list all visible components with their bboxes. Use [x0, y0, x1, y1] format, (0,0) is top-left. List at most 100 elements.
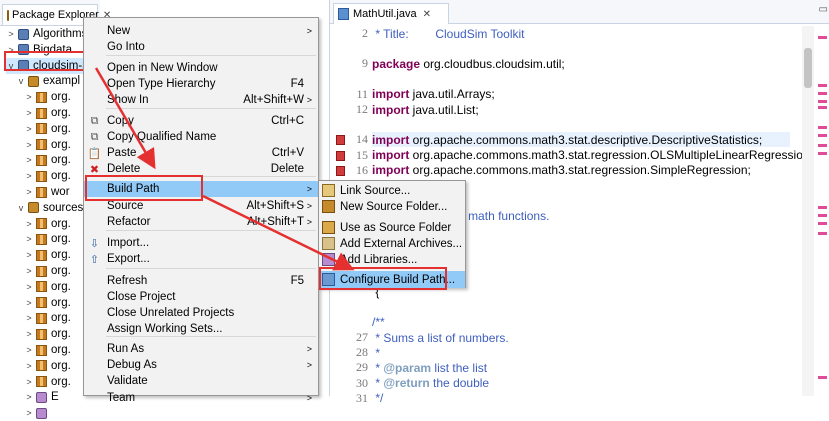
overview-ruler	[815, 26, 829, 396]
expand-right-icon[interactable]: >	[24, 187, 34, 197]
close-icon[interactable]: ✕	[423, 9, 431, 20]
overview-marker[interactable]	[818, 376, 827, 379]
submenu-item-use-as-source-folder[interactable]: Use as Source Folder	[319, 219, 465, 236]
overview-marker[interactable]	[818, 232, 827, 235]
expand-right-icon[interactable]: >	[24, 377, 34, 387]
overview-marker[interactable]	[818, 152, 827, 155]
menu-item-label: Export...	[107, 253, 150, 265]
tree-row-label: org.	[51, 170, 71, 183]
tree-row[interactable]: >	[24, 405, 100, 421]
overview-marker[interactable]	[818, 222, 827, 225]
expand-right-icon[interactable]: >	[24, 219, 34, 229]
expand-right-icon[interactable]: >	[24, 408, 34, 418]
menu-item-label: New	[107, 25, 131, 37]
package-icon	[36, 297, 47, 309]
submenu-item-new-source-folder[interactable]: New Source Folder...	[319, 198, 465, 215]
vertical-scrollbar[interactable]	[802, 26, 814, 396]
expand-right-icon[interactable]: >	[24, 329, 34, 339]
tree-row-label: org.	[51, 122, 71, 135]
expand-right-icon[interactable]: >	[24, 92, 34, 102]
overview-marker[interactable]	[818, 36, 827, 39]
overview-marker[interactable]	[818, 134, 827, 137]
tree-row-label: org.	[51, 154, 71, 167]
line-number: 31	[356, 390, 368, 405]
code-line: import java.util.Arrays;	[372, 87, 495, 102]
tree-row-label: org.	[51, 138, 71, 151]
error-marker-icon[interactable]	[336, 135, 345, 146]
expand-right-icon[interactable]: >	[6, 29, 16, 39]
error-marker-icon[interactable]	[336, 150, 345, 161]
tree-row-label: org.	[51, 107, 71, 119]
expand-right-icon[interactable]: >	[24, 234, 34, 244]
menu-item-label: Close Project	[107, 291, 176, 303]
line-number	[334, 315, 370, 330]
menu-item-refactor[interactable]: Refactor Alt+Shift+T >	[84, 214, 318, 230]
code-line: import org.apache.commons.math3.stat.reg…	[372, 163, 751, 178]
overview-marker[interactable]	[818, 84, 827, 87]
menu-item-go-into[interactable]: Go Into	[84, 39, 318, 55]
expand-right-icon[interactable]: >	[24, 298, 34, 308]
menu-item-label: Debug As	[107, 359, 157, 371]
copy-icon: ⧉	[90, 130, 99, 143]
line-number	[334, 41, 370, 56]
scrollbar-thumb[interactable]	[804, 48, 812, 88]
menu-item-copy-qualified-name[interactable]: ⧉ Copy Qualified Name	[84, 129, 318, 145]
submenu-item-add-external-archives[interactable]: Add External Archives...	[319, 235, 465, 252]
copy-icon: ⧉	[90, 114, 99, 127]
menu-item-team[interactable]: Team >	[84, 390, 318, 406]
menu-item-debug-as[interactable]: Debug As >	[84, 357, 318, 373]
editor-tabbar: MathUtil.java ✕ ▭	[330, 0, 829, 24]
menu-item-close-unrelated-projects[interactable]: Close Unrelated Projects	[84, 305, 318, 321]
menu-item-label: Assign Working Sets...	[107, 323, 223, 335]
submenu-arrow-icon: >	[306, 201, 312, 211]
menu-item-copy[interactable]: ⧉ Copy Ctrl+C	[84, 113, 318, 129]
menu-item-validate[interactable]: Validate	[84, 373, 318, 389]
expand-right-icon[interactable]: >	[24, 140, 34, 150]
expand-right-icon[interactable]: >	[24, 345, 34, 355]
menu-item-new[interactable]: New >	[84, 23, 318, 39]
line-number: 30	[356, 375, 368, 390]
menu-item-assign-working-sets[interactable]: Assign Working Sets...	[84, 321, 318, 337]
expand-right-icon[interactable]: >	[24, 155, 34, 165]
menu-item-open-in-new-window[interactable]: Open in New Window	[84, 60, 318, 76]
editor-minimize-icon[interactable]: ▭	[819, 4, 828, 15]
error-marker-icon[interactable]	[336, 165, 345, 176]
menu-separator	[106, 55, 316, 56]
package-icon	[36, 91, 47, 103]
overview-marker[interactable]	[818, 126, 827, 129]
menu-item-import[interactable]: ⇩ Import...	[84, 235, 318, 251]
menu-item-export[interactable]: ⇧ Export...	[84, 251, 318, 267]
expand-right-icon[interactable]: >	[24, 250, 34, 260]
overview-marker[interactable]	[818, 206, 827, 209]
overview-marker[interactable]	[818, 100, 827, 103]
expand-right-icon[interactable]: >	[24, 266, 34, 276]
overview-marker[interactable]	[818, 214, 827, 217]
menu-item-paste[interactable]: 📋 Paste Ctrl+V	[84, 145, 318, 161]
menu-item-open-type-hierarchy[interactable]: Open Type Hierarchy F4	[84, 76, 318, 92]
menu-item-refresh[interactable]: Refresh F5	[84, 273, 318, 289]
menu-item-close-project[interactable]: Close Project	[84, 289, 318, 305]
package-icon	[36, 328, 47, 340]
expand-right-icon[interactable]: >	[24, 124, 34, 134]
package-icon	[36, 249, 47, 261]
overview-marker[interactable]	[818, 92, 827, 95]
overview-marker[interactable]	[818, 144, 827, 147]
submenu-item-add-libraries[interactable]: Add Libraries...	[319, 251, 465, 268]
overview-marker[interactable]	[818, 106, 827, 109]
expand-right-icon[interactable]: >	[24, 361, 34, 371]
submenu-item-link-source[interactable]: Link Source...	[319, 182, 465, 199]
expand-down-icon[interactable]: v	[16, 76, 26, 86]
editor-tab-mathutil[interactable]: MathUtil.java ✕	[333, 3, 449, 24]
expand-right-icon[interactable]: >	[24, 392, 34, 402]
expand-right-icon[interactable]: >	[24, 171, 34, 181]
code-line: /**	[372, 315, 385, 330]
expand-right-icon[interactable]: >	[24, 282, 34, 292]
expand-down-icon[interactable]: v	[16, 203, 26, 213]
context-menu: New > Go Into Open in New Window Open Type H…	[83, 17, 319, 404]
package-icon	[36, 376, 47, 388]
menu-item-label: Validate	[107, 375, 148, 387]
expand-right-icon[interactable]: >	[24, 108, 34, 118]
menu-item-run-as[interactable]: Run As >	[84, 341, 318, 357]
menu-item-show-in[interactable]: Show In Alt+Shift+W >	[84, 92, 318, 108]
expand-right-icon[interactable]: >	[24, 313, 34, 323]
